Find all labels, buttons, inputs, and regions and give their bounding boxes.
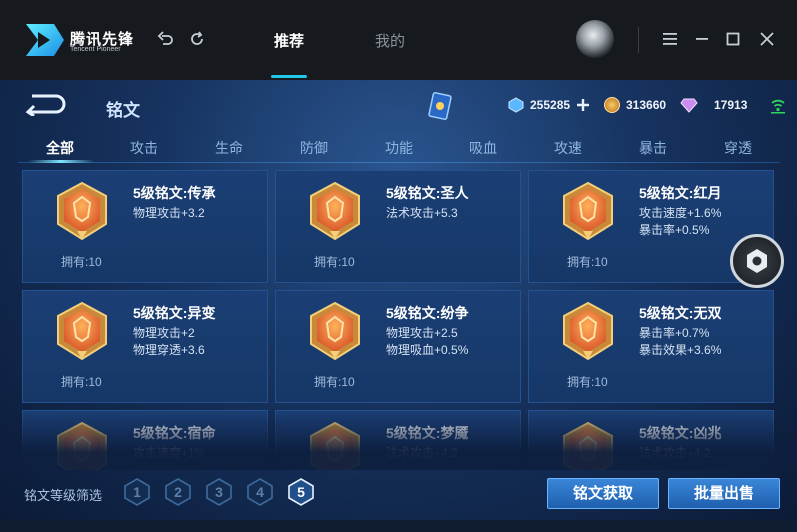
rune-emblem-icon [310, 301, 360, 361]
category-all[interactable]: 全部 [46, 138, 74, 158]
diamond-value: 17913 [714, 98, 748, 112]
category-defense[interactable]: 防御 [300, 138, 328, 158]
rune-card-icon[interactable] [428, 92, 452, 120]
bulk-sell-button[interactable]: 批量出售 [668, 478, 780, 509]
tab-recommend[interactable]: 推荐 [274, 30, 304, 51]
refresh-button[interactable] [186, 28, 208, 50]
bottom-strip [0, 520, 797, 532]
rune-attribute: 物理穿透+3.6 [133, 343, 205, 357]
rune-name: 5级铭文:异变 [133, 305, 216, 321]
category-crit[interactable]: 暴击 [639, 138, 667, 158]
rune-name: 5级铭文:圣人 [386, 185, 469, 201]
category-attack[interactable]: 攻击 [130, 138, 158, 158]
rune-owned-count: 拥有:10 [567, 375, 608, 389]
rune-attribute: 法术攻击+5.3 [386, 206, 458, 220]
rune-owned-count: 拥有:10 [567, 255, 608, 269]
add-gem-icon[interactable] [576, 98, 590, 112]
diamond-currency: 17913 [680, 97, 747, 113]
rune-attribute: 物理吸血+0.5% [386, 343, 469, 357]
rune-attribute: 暴击率+0.7% [639, 326, 710, 340]
level-number: 2 [174, 484, 182, 500]
active-tab-indicator [271, 75, 307, 78]
rune-emblem-icon [57, 301, 107, 361]
level-filter-4[interactable]: 4 [246, 478, 274, 506]
level-filter-3[interactable]: 3 [205, 478, 233, 506]
gem-currency: 255285 [508, 97, 590, 113]
gold-currency: 313660 [604, 97, 666, 113]
minimize-icon [696, 38, 708, 40]
rune-obtain-button[interactable]: 铭文获取 [547, 478, 659, 509]
level-number: 5 [297, 484, 305, 500]
diamond-icon [680, 98, 698, 113]
category-utility[interactable]: 功能 [385, 138, 413, 158]
gold-value: 313660 [626, 98, 667, 112]
level-number: 3 [215, 484, 223, 500]
rune-name: 5级铭文:红月 [639, 185, 722, 201]
rune-emblem-icon [563, 181, 613, 241]
active-category-indicator [28, 160, 94, 163]
rune-attribute: 物理攻击+2.5 [386, 326, 458, 340]
rune-card[interactable]: 5级铭文:纷争 物理攻击+2.5 物理吸血+0.5% 拥有:10 [275, 290, 521, 403]
undo-button[interactable] [155, 28, 177, 50]
category-health[interactable]: 生命 [215, 138, 243, 158]
category-divider [18, 162, 780, 163]
gem-value: 255285 [530, 98, 571, 112]
rune-attribute: 物理攻击+3.2 [133, 206, 205, 220]
rune-name: 5级铭文:无双 [639, 305, 722, 321]
rune-attribute: 暴击效果+3.6% [639, 343, 722, 357]
minimize-button[interactable] [691, 28, 713, 50]
maximize-button[interactable] [722, 28, 744, 50]
rune-card[interactable]: 5级铭文:异变 物理攻击+2 物理穿透+3.6 拥有:10 [22, 290, 268, 403]
tab-mine[interactable]: 我的 [375, 30, 405, 51]
gem-icon [508, 97, 524, 113]
wifi-signal-icon [771, 99, 785, 114]
divider [638, 27, 639, 53]
level-number: 4 [256, 484, 264, 500]
hexagon-icon [747, 249, 767, 273]
category-tabs: 全部 攻击 生命 防御 功能 吸血 攻速 暴击 穿透 [0, 132, 797, 164]
page-title: 铭文 [106, 101, 140, 120]
level-filter-5[interactable]: 5 [287, 478, 315, 506]
rune-page-header: 铭文 255285 313660 17913 [0, 80, 797, 128]
level-number: 1 [133, 484, 141, 500]
rune-owned-count: 拥有:10 [314, 375, 355, 389]
rune-name: 5级铭文:传承 [133, 185, 216, 201]
app-logo-subtext: Tencent Pioneer [70, 46, 121, 53]
settings-float-button[interactable] [730, 234, 784, 288]
close-icon [760, 32, 774, 46]
app-titlebar: 腾讯先锋 Tencent Pioneer 推荐 我的 [0, 0, 797, 80]
gold-coin-icon [604, 97, 620, 113]
rune-attribute: 暴击率+0.5% [639, 223, 710, 237]
maximize-icon [726, 32, 740, 46]
rune-emblem-icon [563, 301, 613, 361]
category-penetration[interactable]: 穿透 [724, 138, 752, 158]
rune-emblem-icon [310, 181, 360, 241]
rune-owned-count: 拥有:10 [61, 255, 102, 269]
close-button[interactable] [756, 28, 778, 50]
back-arrow-icon[interactable] [22, 92, 68, 116]
grid-fade-overlay [0, 410, 797, 470]
refresh-icon [191, 31, 203, 45]
level-filter-label: 铭文等级筛选 [24, 488, 103, 503]
rune-owned-count: 拥有:10 [61, 375, 102, 389]
rune-owned-count: 拥有:10 [314, 255, 355, 269]
rune-name: 5级铭文:纷争 [386, 305, 469, 321]
rune-card[interactable]: 5级铭文:传承 物理攻击+3.2 拥有:10 [22, 170, 268, 283]
rune-attribute: 攻击速度+1.6% [639, 206, 722, 220]
level-filter-1[interactable]: 1 [123, 478, 151, 506]
menu-icon [663, 33, 677, 45]
rune-card[interactable]: 5级铭文:圣人 法术攻击+5.3 拥有:10 [275, 170, 521, 283]
menu-button[interactable] [659, 28, 681, 50]
game-viewport: 铭文 255285 313660 17913 全部 攻击 生命 防御 功能 吸血… [0, 80, 797, 532]
undo-icon [157, 31, 173, 45]
level-filter-2[interactable]: 2 [164, 478, 192, 506]
category-attack-speed[interactable]: 攻速 [554, 138, 582, 158]
rune-emblem-icon [57, 181, 107, 241]
rune-attribute: 物理攻击+2 [133, 326, 195, 340]
rune-card[interactable]: 5级铭文:无双 暴击率+0.7% 暴击效果+3.6% 拥有:10 [528, 290, 774, 403]
category-lifesteal[interactable]: 吸血 [469, 138, 497, 158]
user-avatar[interactable] [576, 20, 614, 58]
app-logo-icon [26, 24, 64, 56]
